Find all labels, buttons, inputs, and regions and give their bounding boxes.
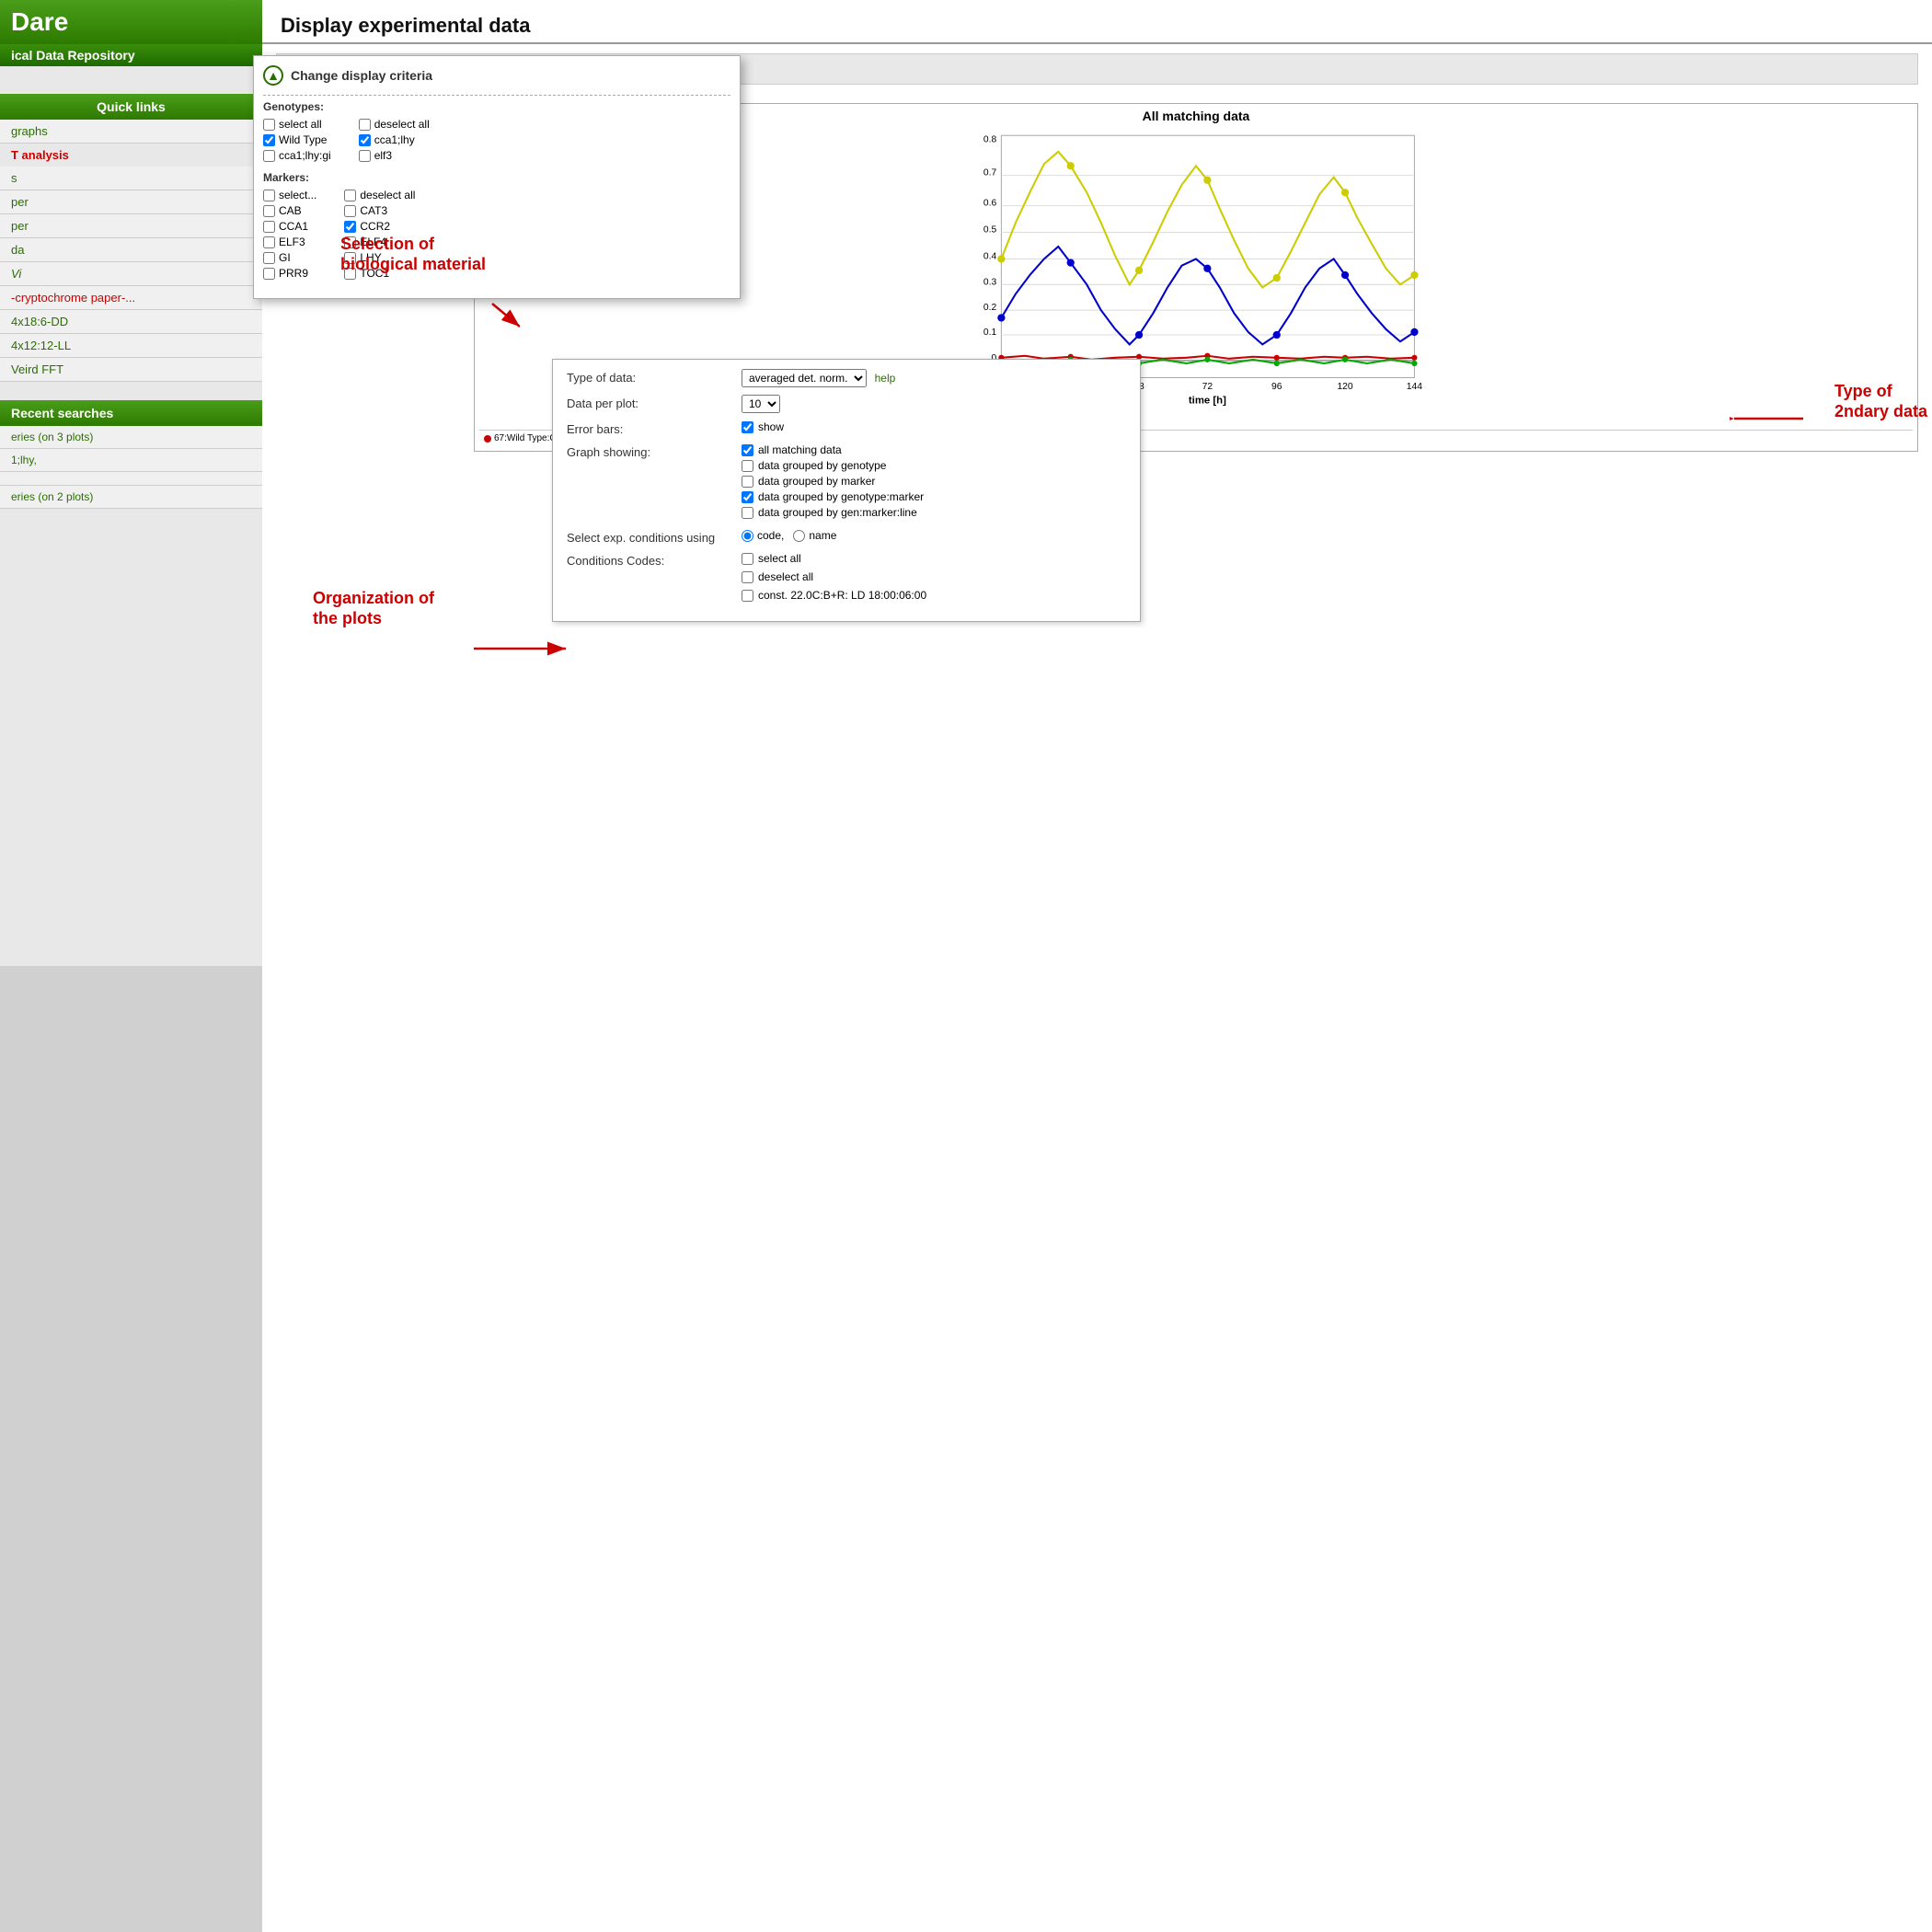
svg-text:120: 120 [1337,382,1352,392]
sidebar-item-t-analysis[interactable]: T analysis [0,144,262,167]
svg-text:0.4: 0.4 [983,251,997,261]
cond-const-22[interactable]: const. 22.0C:B+R: LD 18:00:06:00 [742,589,1126,602]
marker-select[interactable]: select... [263,189,316,201]
recent-searches-bar: Recent searches [0,400,262,426]
graph-by-genotype[interactable]: data grouped by genotype [742,459,1126,472]
svg-text:0.6: 0.6 [983,199,997,209]
error-bars-show: show [758,420,784,433]
main-content: Display experimental data Numeric data f… [262,0,1932,1932]
svg-text:0.8: 0.8 [983,134,997,144]
marker-elf3[interactable]: ELF3 [263,236,316,248]
recent-item-3[interactable]: eries (on 2 plots) [0,486,262,509]
svg-text:144: 144 [1407,382,1422,392]
sidebar-item-per2[interactable]: per [0,214,262,238]
annotation-biological: Selection ofbiological material [340,235,486,274]
genotypes-col1: select all Wild Type cca1;lhy:gi [263,118,331,162]
cond-deselect-all[interactable]: deselect all [742,570,1126,583]
controls-panel: Type of data: averaged det. norm. help D… [552,359,1141,622]
svg-text:72: 72 [1202,382,1213,392]
criteria-title: Change display criteria [291,68,432,83]
marker-cab[interactable]: CAB [263,204,316,217]
genotype-wild-type[interactable]: Wild Type [263,133,331,146]
genotype-deselect-all[interactable]: deselect all [359,118,430,131]
type-of-data-label: Type of data: [567,369,732,385]
svg-text:0.3: 0.3 [983,277,997,287]
graph-by-gen-marker-line[interactable]: data grouped by gen:marker:line [742,506,1126,519]
markers-col1: select... CAB CCA1 ELF3 GI [263,189,316,280]
criteria-dialog: ▲ Change display criteria Genotypes: sel… [253,55,741,299]
marker-prr9[interactable]: PRR9 [263,267,316,280]
sidebar-item-graphs[interactable]: graphs [0,120,262,144]
app-title: Dare [0,0,262,44]
svg-text:time [h]: time [h] [1189,395,1226,406]
genotype-select-all[interactable]: select all [263,118,331,131]
genotype-cca1-lhy-gi[interactable]: cca1;lhy:gi [263,149,331,162]
recent-item-0[interactable]: eries (on 3 plots) [0,426,262,449]
type-of-data-select[interactable]: averaged det. norm. [742,369,867,387]
annotation-secondary: Type of2ndary data [1834,382,1927,421]
select-conditions-label: Select exp. conditions using [567,529,732,545]
svg-text:96: 96 [1271,382,1282,392]
svg-text:0.1: 0.1 [983,328,997,338]
sidebar-item-per1[interactable]: per [0,190,262,214]
svg-text:0.5: 0.5 [983,225,997,236]
data-per-plot-select[interactable]: 10 [742,395,780,413]
marker-ccr2[interactable]: CCR2 [344,220,415,233]
criteria-icon: ▲ [263,65,283,86]
marker-gi[interactable]: GI [263,251,316,264]
sidebar-item-12ll[interactable]: 4x12:12-LL [0,334,262,358]
sidebar: Dare ical Data Repository Quick links gr… [0,0,262,966]
data-per-plot-label: Data per plot: [567,395,732,410]
recent-item-2[interactable] [0,472,262,486]
code-radio[interactable]: code, [742,529,784,542]
conditions-codes-label: Conditions Codes: [567,552,732,568]
cond-select-all[interactable]: select all [742,552,1126,565]
graph-by-marker[interactable]: data grouped by marker [742,475,1126,488]
annotation-organization: Organization ofthe plots [313,589,434,628]
graph-all-matching[interactable]: all matching data [742,443,1126,456]
app-subtitle: ical Data Repository [0,44,262,66]
sidebar-item-da[interactable]: da [0,238,262,262]
sidebar-item-ll[interactable]: -cryptochrome paper-... [0,286,262,310]
graph-by-genotype-marker[interactable]: data grouped by genotype:marker [742,490,1126,503]
markers-label: Markers: [263,171,730,184]
quick-links-bar: Quick links [0,94,262,120]
genotype-elf3[interactable]: elf3 [359,149,430,162]
svg-text:0.7: 0.7 [983,168,997,178]
marker-cat3[interactable]: CAT3 [344,204,415,217]
name-radio[interactable]: name [793,529,836,542]
recent-item-1[interactable]: 1;lhy, [0,449,262,472]
graph-showing-label: Graph showing: [567,443,732,459]
genotypes-label: Genotypes: [263,100,730,113]
svg-text:0.2: 0.2 [983,303,997,313]
sidebar-item-vi[interactable]: Vi [0,262,262,286]
sidebar-item-fft[interactable]: Veird FFT [0,358,262,382]
error-bars-checkbox[interactable]: show [742,420,1126,433]
sidebar-item-dd[interactable]: 4x18:6-DD [0,310,262,334]
marker-cca1[interactable]: CCA1 [263,220,316,233]
help-link[interactable]: help [875,372,896,385]
page-title: Display experimental data [262,0,1932,44]
error-bars-label: Error bars: [567,420,732,436]
genotype-cca1-lhy[interactable]: cca1;lhy [359,133,430,146]
sidebar-item-s[interactable]: s [0,167,262,190]
genotypes-col2: deselect all cca1;lhy elf3 [359,118,430,162]
marker-deselect-all[interactable]: deselect all [344,189,415,201]
arrow-organization [465,626,575,672]
